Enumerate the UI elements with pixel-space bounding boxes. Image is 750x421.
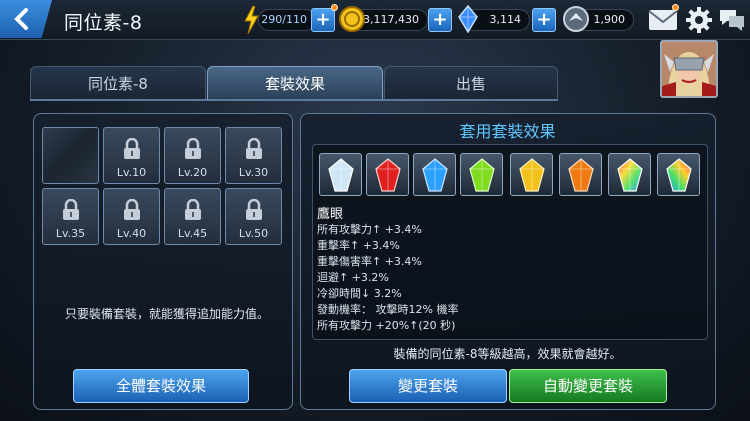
gem-slot-4[interactable]	[460, 153, 503, 196]
tab-underline	[30, 99, 558, 101]
isotope-slot-3[interactable]: Lv.20	[164, 127, 221, 184]
white-gem-icon	[328, 158, 354, 192]
gold-value: 3,117,430	[363, 13, 419, 26]
energy-value: 290/110	[261, 13, 307, 26]
add-energy-button[interactable]: +	[311, 8, 335, 32]
back-arrow-icon	[14, 8, 28, 30]
all-set-effects-label: 全體套裝效果	[115, 377, 206, 395]
lock-icon	[124, 138, 140, 159]
isotope-slot-4[interactable]: Lv.30	[225, 127, 282, 184]
isotope-slot-7[interactable]: Lv.45	[164, 188, 221, 245]
auto-change-set-button[interactable]: 自動變更套裝	[509, 369, 667, 403]
tab-sell-label: 出售	[455, 75, 486, 93]
mail-notification-dot	[672, 4, 679, 11]
add-crystal-button[interactable]: +	[532, 8, 556, 32]
auto-change-set-label: 自動變更套裝	[542, 377, 633, 395]
isotope-slot-5-label: Lv.35	[55, 227, 86, 240]
blue-crystal-icon	[458, 5, 478, 33]
effect-line-4: 迴避↑ +3.2%	[317, 271, 389, 284]
change-set-button[interactable]: 變更套裝	[349, 369, 507, 403]
isotope-slot-2-label: Lv.10	[116, 166, 147, 179]
energy-notification-dot	[331, 4, 338, 11]
top-bar: 同位素-8 290/110 + 3,117,430 + 3,114 + 1,90…	[0, 0, 750, 40]
orange-gem-icon	[568, 158, 594, 192]
level-hint: 裝備的同位素-8等級越高，效果就會越好。	[393, 347, 622, 361]
crystal-value: 3,114	[489, 13, 522, 26]
blue-gem-icon	[422, 158, 448, 192]
page-title: 同位素-8	[64, 12, 143, 34]
lock-icon	[63, 199, 79, 220]
green-gem-icon	[469, 158, 495, 192]
set-name: 鷹眼	[317, 207, 344, 222]
effect-line-6: 發動機率： 攻擊時12% 機率	[317, 303, 459, 316]
isotope-slot-3-label: Lv.20	[177, 166, 208, 179]
isotope-slot-6[interactable]: Lv.40	[103, 188, 160, 245]
rainbow-gem-icon	[617, 158, 643, 192]
add-gold-button[interactable]: +	[428, 8, 452, 32]
effect-line-2: 重擊率↑ +3.4%	[317, 239, 400, 252]
isotope-slot-8[interactable]: Lv.50	[225, 188, 282, 245]
isotope-slot-1[interactable]	[42, 127, 99, 184]
shard-emblem-icon	[563, 6, 589, 32]
red-gem-icon	[375, 158, 401, 192]
isotope-slot-5[interactable]: Lv.35	[42, 188, 99, 245]
isotope-slot-8-label: Lv.50	[238, 227, 269, 240]
isotope-slot-4-label: Lv.30	[238, 166, 269, 179]
lock-icon	[185, 138, 201, 159]
isotope-slot-7-label: Lv.45	[177, 227, 208, 240]
yellow-gem-icon	[519, 158, 545, 192]
isotope-slot-2[interactable]: Lv.10	[103, 127, 160, 184]
lock-icon	[246, 199, 262, 220]
tab-isotope8[interactable]: 同位素-8	[30, 66, 206, 100]
effect-line-1: 所有攻擊力↑ +3.4%	[317, 223, 422, 236]
lock-icon	[246, 138, 262, 159]
mail-icon[interactable]	[648, 9, 678, 31]
gem-slot-3[interactable]	[413, 153, 456, 196]
set-effect-title: 套用套裝效果	[459, 122, 556, 141]
rainbow-gem-icon-2	[666, 158, 692, 192]
gem-slot-1[interactable]	[319, 153, 362, 196]
gear-icon[interactable]	[685, 6, 713, 34]
effect-line-5: 冷卻時間↓ 3.2%	[317, 287, 402, 300]
change-set-label: 變更套裝	[397, 377, 458, 395]
hero-avatar[interactable]	[660, 40, 718, 98]
tab-isotope8-label: 同位素-8	[88, 75, 148, 93]
gem-slot-8[interactable]	[657, 153, 700, 196]
gem-slot-5[interactable]	[510, 153, 553, 196]
set-bonus-hint: 只要裝備套裝，就能獲得追加能力值。	[64, 307, 269, 321]
effect-line-7: 所有攻擊力 +20%↑(20 秒)	[317, 319, 456, 332]
tab-set-effects-label: 套裝效果	[264, 75, 325, 93]
all-set-effects-button[interactable]: 全體套裝效果	[73, 369, 249, 403]
effect-line-3: 重擊傷害率↑ +3.4%	[317, 255, 422, 268]
tab-sell[interactable]: 出售	[384, 66, 558, 100]
back-button[interactable]	[0, 0, 52, 38]
chat-icon[interactable]	[718, 7, 746, 33]
isotope-slot-6-label: Lv.40	[116, 227, 147, 240]
energy-counter: 290/110	[258, 9, 316, 31]
lock-icon	[185, 199, 201, 220]
gem-slot-2[interactable]	[366, 153, 409, 196]
shard-value: 1,900	[593, 13, 626, 26]
gem-slot-6[interactable]	[559, 153, 602, 196]
tab-set-effects[interactable]: 套裝效果	[207, 66, 383, 100]
hero-portrait-icon	[662, 42, 716, 96]
gold-coin-icon	[339, 6, 365, 32]
lock-icon	[124, 199, 140, 220]
lightning-icon	[244, 6, 259, 34]
gem-slot-7[interactable]	[608, 153, 651, 196]
